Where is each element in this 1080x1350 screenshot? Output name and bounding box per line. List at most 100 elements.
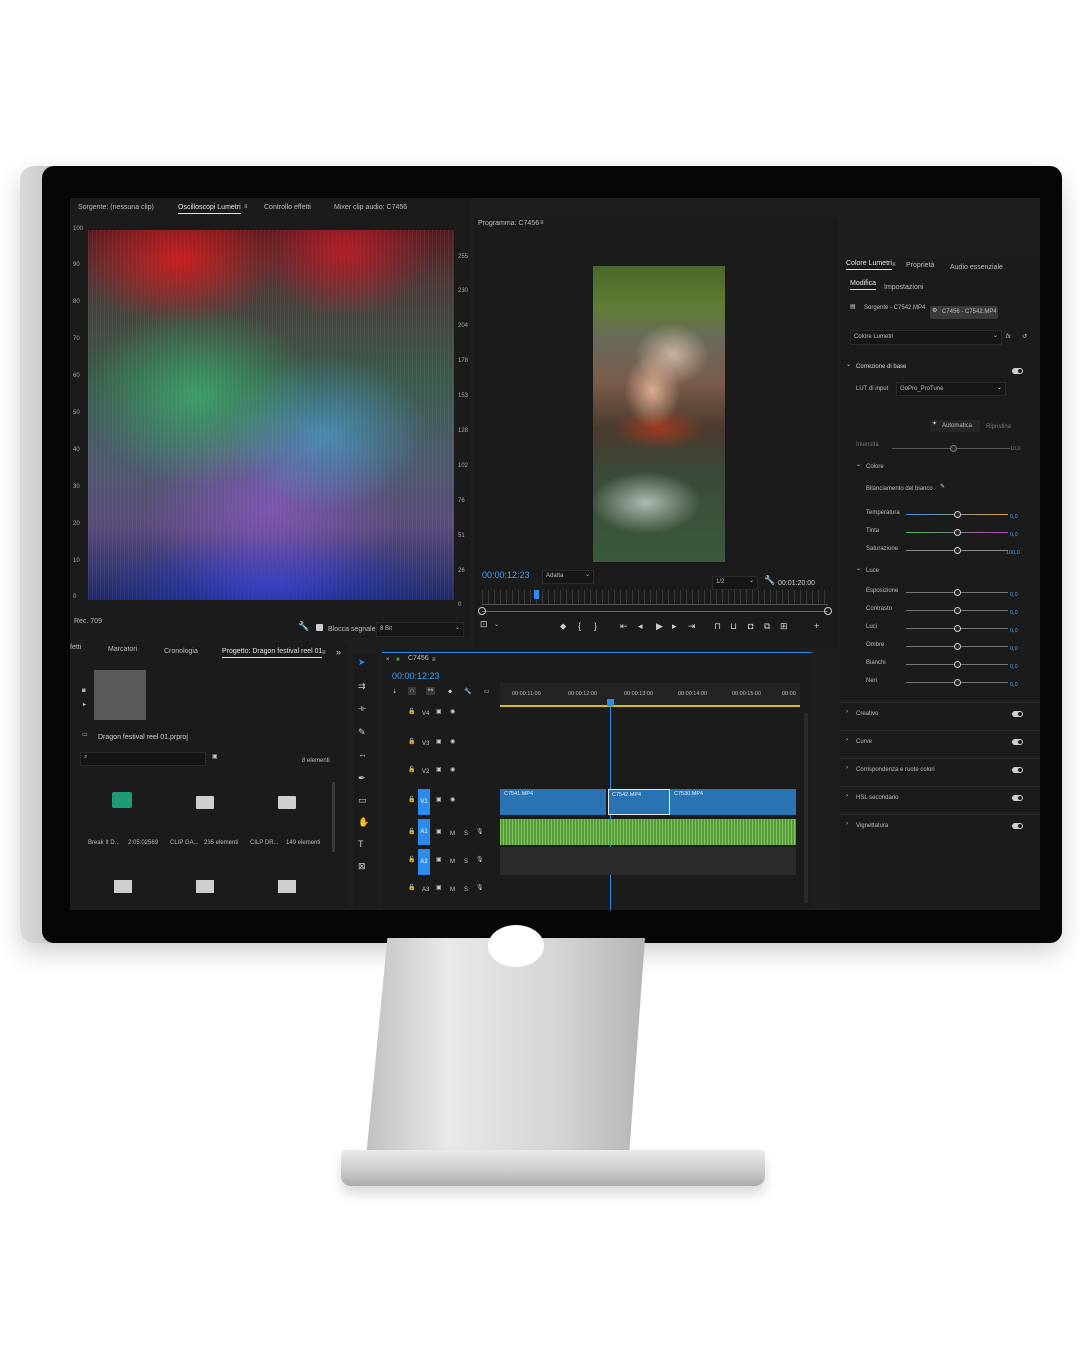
microphone-icon[interactable]: 🎙 xyxy=(476,829,484,835)
slider-knob[interactable] xyxy=(954,511,961,518)
section-toggle[interactable] xyxy=(1012,823,1023,829)
sequence-selector[interactable]: ⚙ C7456 - C7542.MP4 xyxy=(930,306,998,319)
light-section-label[interactable]: Luce xyxy=(866,568,879,574)
mark-in-icon[interactable]: { xyxy=(578,622,581,631)
add-marker-icon[interactable]: ⬥ xyxy=(448,689,452,695)
sync-icon[interactable]: ▣ xyxy=(436,797,442,803)
wrench-icon[interactable]: 🔧 xyxy=(764,576,775,585)
color-section-label[interactable]: Colore xyxy=(866,464,884,470)
lock-icon[interactable]: 🔓 xyxy=(408,797,415,803)
contrast-slider[interactable] xyxy=(906,607,1008,614)
folder-icon[interactable] xyxy=(196,880,214,893)
tab-essential-audio[interactable]: Audio essenziale xyxy=(950,264,1003,271)
mute-button[interactable]: M xyxy=(450,859,455,865)
slider-knob[interactable] xyxy=(954,529,961,536)
mute-button[interactable]: M xyxy=(450,831,455,837)
sync-icon[interactable]: ▣ xyxy=(436,857,442,863)
slider-knob[interactable] xyxy=(954,643,961,650)
lock-icon[interactable]: 🔓 xyxy=(408,767,415,773)
section-toggle[interactable] xyxy=(1012,739,1023,745)
folder-icon[interactable] xyxy=(278,880,296,893)
audio-clip[interactable] xyxy=(500,819,796,845)
track-label[interactable]: A1 xyxy=(418,819,430,845)
timeline-ruler[interactable]: 00:00:11:00 00:00:12:00 00:00:13:00 00:0… xyxy=(500,683,800,707)
snap-icon[interactable]: ∩ xyxy=(408,687,417,695)
tab-effects[interactable]: fetti xyxy=(70,644,81,651)
intensity-slider[interactable] xyxy=(892,445,1010,452)
temperature-slider[interactable] xyxy=(906,511,1008,518)
mute-button[interactable]: M xyxy=(450,887,455,893)
tab-properties[interactable]: Proprietà xyxy=(906,262,934,269)
slider-knob[interactable] xyxy=(954,607,961,614)
section-toggle[interactable] xyxy=(1012,767,1023,773)
menu-icon[interactable]: ≡ xyxy=(892,262,896,268)
slip-tool-icon[interactable]: ↔ xyxy=(358,750,367,759)
tab-history[interactable]: Cronologia xyxy=(164,648,198,655)
tab-edit[interactable]: Modifica xyxy=(850,280,877,290)
project-search-input[interactable]: ⌕ xyxy=(80,752,206,766)
play-icon[interactable]: ▸ xyxy=(83,702,86,708)
trash-icon[interactable]: ⊞ xyxy=(780,622,788,631)
auto-button[interactable]: ✦ Automatica xyxy=(930,420,980,432)
section-toggle[interactable] xyxy=(1012,711,1023,717)
section-basic-correction[interactable]: Correzione di base xyxy=(856,364,906,370)
section-row[interactable]: › HSL secondario xyxy=(840,786,1040,811)
mark-out-icon[interactable]: } xyxy=(594,622,597,631)
video-clip[interactable]: C7541.MP4 xyxy=(500,789,606,815)
section-row[interactable]: › Creativo xyxy=(840,702,1040,727)
fx-icon[interactable]: fx xyxy=(1006,334,1011,340)
new-bin-icon[interactable]: ▣ xyxy=(212,754,218,760)
resolution-select[interactable]: 1/2 ⌄ xyxy=(712,576,758,590)
video-clip[interactable]: C7530.MP4 xyxy=(670,789,796,815)
tab-project[interactable]: Progetto: Dragon festival reel 01 xyxy=(222,648,323,658)
program-scrubber[interactable] xyxy=(482,611,828,612)
reset-button[interactable]: Ripristina xyxy=(986,424,1011,430)
video-clip-selected[interactable]: C7542.MP4 xyxy=(608,789,670,815)
play-icon[interactable]: ▶ xyxy=(656,622,663,631)
rectangle-tool-icon[interactable]: ▭ xyxy=(358,796,367,805)
playhead-handle[interactable] xyxy=(607,699,614,706)
solo-button[interactable]: S xyxy=(464,831,468,837)
folder-icon[interactable] xyxy=(114,880,132,893)
wrench-icon[interactable]: 🔧 xyxy=(298,622,309,631)
bit-depth-select[interactable]: 8 Bit ⌄ xyxy=(376,622,464,637)
project-item[interactable]: CILP DR... 149 elementi xyxy=(246,788,326,848)
tint-slider[interactable] xyxy=(906,529,1008,536)
track-label[interactable]: V1 xyxy=(418,789,430,815)
sync-icon[interactable]: ▣ xyxy=(436,709,442,715)
project-item[interactable]: CLIP GA... 235 elementi xyxy=(166,788,238,848)
ripple-edit-icon[interactable]: ⟛ xyxy=(358,704,366,713)
lock-icon[interactable]: 🔓 xyxy=(408,709,415,715)
lock-icon[interactable]: 🔓 xyxy=(408,829,415,835)
highlights-slider[interactable] xyxy=(906,625,1008,632)
solo-button[interactable]: S xyxy=(464,859,468,865)
effect-select[interactable]: Colore Lumetri ⌄ xyxy=(850,330,1002,345)
step-forward-icon[interactable]: ▸ xyxy=(672,622,677,631)
chevron-down-icon[interactable]: ⌄ xyxy=(846,362,851,368)
exposure-slider[interactable] xyxy=(906,589,1008,596)
eye-icon[interactable]: ◉ xyxy=(450,797,455,803)
slider-knob[interactable] xyxy=(954,547,961,554)
chevron-down-icon[interactable]: ⌄ xyxy=(494,622,499,628)
close-icon[interactable]: × xyxy=(386,657,390,663)
in-point-handle[interactable] xyxy=(478,607,486,615)
source-selector[interactable]: ▤ Sorgente - C7542.MP4 xyxy=(850,302,926,315)
reset-icon[interactable]: ↺ xyxy=(1022,334,1027,340)
go-to-out-icon[interactable]: ⇥ xyxy=(688,622,696,631)
shadows-slider[interactable] xyxy=(906,643,1008,650)
menu-icon[interactable]: ≡ xyxy=(322,650,326,656)
timeline-timecode[interactable]: 00:00:12:23 xyxy=(392,671,440,681)
out-point-handle[interactable] xyxy=(824,607,832,615)
tab-audio-clip-mixer[interactable]: Mixer clip audio: C7456 xyxy=(334,204,407,211)
lut-select[interactable]: GoPro_ProTune ⌄ xyxy=(896,382,1006,396)
eye-icon[interactable]: ◉ xyxy=(450,739,455,745)
wrench-icon[interactable]: 🔧 xyxy=(464,689,471,695)
slider-knob[interactable] xyxy=(954,661,961,668)
timeline-vscroll[interactable] xyxy=(804,713,808,903)
tab-effect-controls[interactable]: Controllo effetti xyxy=(264,204,311,211)
linked-selection-icon[interactable]: ⚯ xyxy=(426,687,436,695)
camera-export-icon[interactable]: ◘ xyxy=(748,622,753,631)
tab-lumetri-scopes[interactable]: Oscilloscopi Lumetri xyxy=(178,204,241,214)
eye-icon[interactable]: ◉ xyxy=(450,709,455,715)
tab-settings[interactable]: Impostazioni xyxy=(884,284,923,291)
